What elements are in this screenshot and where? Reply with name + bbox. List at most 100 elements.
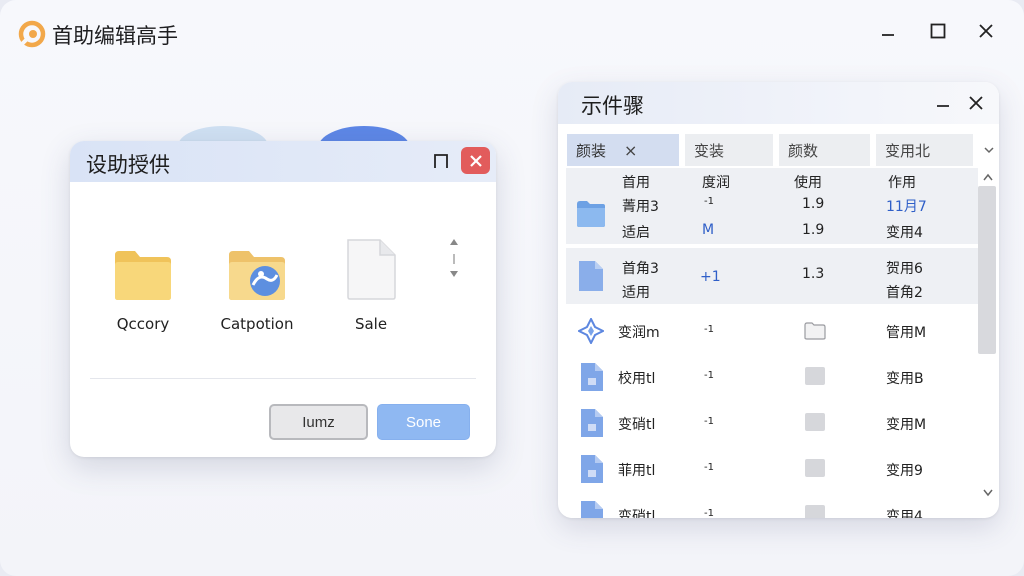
col3-line: 1.3 [802,266,825,282]
dialog-close-button[interactable] [461,147,490,174]
document-blue-icon [579,261,603,291]
file-panel: 示件骤 颜装 × 变装 颜数 变用北 首用 菁用3 适启 度润 -1 M 使用 … [558,82,999,518]
scroll-down-icon[interactable] [982,488,994,498]
list-item[interactable]: 变润m -1 管用M [566,308,978,352]
document-blue-icon [581,501,603,518]
minimize-icon [882,34,894,36]
scrollbar-thumb[interactable] [978,186,996,354]
tab-column-2[interactable]: 变装 [685,134,773,166]
col2-cell: -1 [704,324,714,335]
file-gray-icon [805,505,825,518]
col4-cell: 变用9 [886,463,923,479]
app-logo-icon [18,20,46,48]
file-item-document[interactable]: Sale [321,237,421,333]
file-item-image-folder[interactable]: Catpotion [207,237,307,333]
col2-cell: -1 [704,370,714,381]
file-list: 首用 菁用3 适启 度润 -1 M 使用 1.9 1.9 作用 11月7 变用4… [566,168,978,518]
scroll-up-icon[interactable] [982,172,994,182]
folder-blue-icon [577,201,605,227]
tab-label: 颜数 [788,141,819,160]
tabs-dropdown-button[interactable] [982,142,996,156]
close-icon [969,96,983,110]
col3-line: 1.9 [802,222,825,238]
maximize-button[interactable] [925,18,951,44]
col4-cell: 管用M [886,325,927,341]
file-gray-icon [805,413,825,431]
close-icon [979,24,993,38]
list-item[interactable]: 校用tl -1 变用B [566,354,978,398]
file-label: Qccory [116,315,170,333]
dialog-header: 设助授供 [70,141,496,182]
file-gray-icon [805,459,825,477]
app-title: 首助编辑高手 [52,24,178,48]
col2-line: M [702,222,715,238]
tab-close-icon[interactable]: × [624,141,637,160]
document-blue-icon [581,409,603,437]
star-badge-icon [578,318,604,344]
file-dialog: 设助授供 Qccory Catpotion Sale Iumz Sone [70,141,496,457]
name-cell: 变硝tl [618,509,656,518]
col3-line: 使用 [794,175,822,191]
col2-cell: -1 [704,416,714,427]
chevron-down-icon [984,147,994,154]
list-item[interactable]: 首用 菁用3 适启 度润 -1 M 使用 1.9 1.9 作用 11月7 变用4 [566,168,978,244]
col2-line: -1 [704,196,714,207]
file-label: Sale [354,315,388,333]
dialog-title: 设助授供 [86,153,170,177]
name-cell: 变硝tl [618,417,656,433]
col2-line: +1 [700,269,721,285]
file-label: Catpotion [220,315,294,333]
document-icon [347,239,396,300]
name-cell: 校用tl [618,371,656,387]
minimize-button[interactable] [875,18,901,44]
name-line: 菁用3 [622,199,659,215]
list-item[interactable]: 首角3 适用 +1 1.3 贺用6 首角2 [566,248,978,304]
tab-label: 变用北 [885,141,931,160]
maximize-icon [930,23,946,39]
file-item-folder[interactable]: Qccory [93,237,193,333]
name-line: 适用 [622,285,650,301]
list-item[interactable]: 变硝tl -1 变用4 [566,492,978,518]
tab-column-3[interactable]: 颜数 [779,134,870,166]
folder-outline-icon [804,322,826,340]
panel-close-button[interactable] [966,93,986,113]
tab-column-4[interactable]: 变用北 [876,134,973,166]
minimize-icon [937,105,949,107]
col4-cell: 变用4 [886,509,923,518]
image-folder-icon [229,251,285,300]
col4-line: 贺用6 [886,261,923,277]
tab-label: 变装 [694,141,725,160]
name-cell: 变润m [618,325,660,341]
col4-line: 首角2 [886,285,923,301]
cancel-button[interactable]: Iumz [269,404,368,440]
tab-column-1[interactable]: 颜装 × [567,134,679,166]
dialog-scroll-indicator[interactable] [448,237,460,283]
close-icon [469,154,482,167]
main-window: 首助编辑高手 设助授供 Qccory Catpotion Sale Iumz S… [0,0,1024,576]
scroll-arrows-icon [450,239,458,277]
close-button[interactable] [973,18,999,44]
folder-icon [115,251,171,300]
name-line: 首用 [622,175,650,191]
panel-minimize-button[interactable] [933,93,953,113]
file-gray-icon [805,367,825,385]
list-item[interactable]: 菲用tl -1 变用9 [566,446,978,490]
app-titlebar: 首助编辑高手 [0,0,1024,64]
document-blue-icon [581,363,603,391]
list-item[interactable]: 变硝tl -1 变用M [566,400,978,444]
document-blue-icon [581,455,603,483]
panel-header: 示件骤 [558,82,999,124]
col4-line: 11月7 [886,199,927,215]
panel-title: 示件骤 [581,94,644,118]
col2-line: 度润 [702,175,730,191]
name-line: 适启 [622,225,650,241]
name-cell: 菲用tl [618,463,656,479]
maximize-icon [434,154,448,168]
ok-button[interactable]: Sone [377,404,470,440]
col2-cell: -1 [704,508,714,518]
name-line: 首角3 [622,261,659,277]
col4-cell: 变用B [886,371,924,387]
col2-cell: -1 [704,462,714,473]
tab-label: 颜装 [576,141,607,160]
dialog-maximize-button[interactable] [432,152,450,170]
